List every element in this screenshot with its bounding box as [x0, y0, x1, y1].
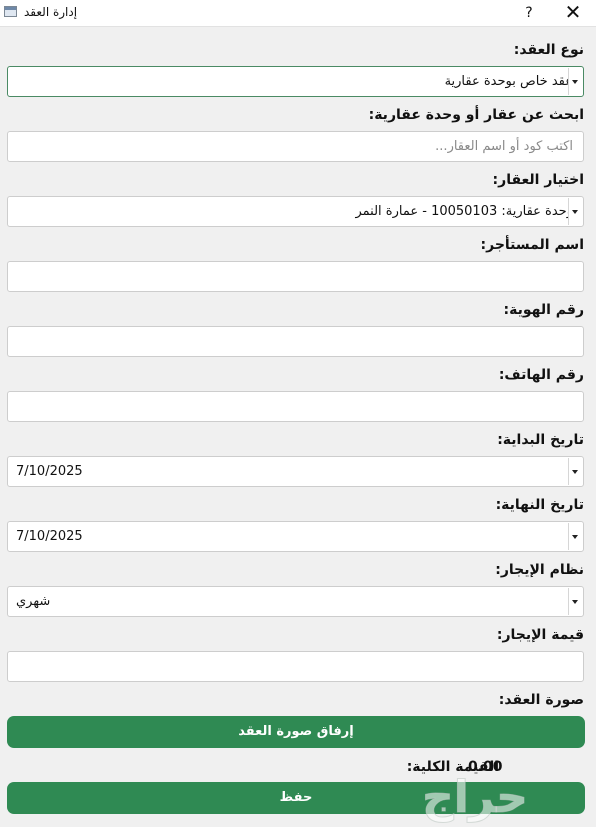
search-input[interactable]: اكتب كود أو اسم العقار...: [7, 131, 584, 162]
start-date-label: تاريخ البداية:: [497, 432, 584, 448]
rent-value-input[interactable]: [7, 651, 584, 682]
window-title: إدارة العقد: [24, 5, 78, 19]
chevron-down-icon[interactable]: [568, 68, 582, 95]
rent-system-select[interactable]: شهري: [7, 586, 584, 617]
contract-type-select[interactable]: عقد خاص بوحدة عقارية: [7, 66, 584, 97]
contract-image-label: صورة العقد:: [498, 692, 584, 708]
contract-type-value: عقد خاص بوحدة عقارية: [444, 74, 573, 89]
title-bar: إدارة العقد ? ✕: [0, 0, 596, 27]
tenant-name-label: اسم المستأجر:: [480, 237, 584, 253]
close-icon[interactable]: ✕: [560, 2, 586, 24]
property-select[interactable]: وحدة عقارية: 10050103 - عمارة النمر: [7, 196, 584, 227]
chevron-down-icon[interactable]: [568, 458, 582, 485]
app-window-icon: [4, 6, 17, 17]
rent-system-value: شهري: [16, 594, 51, 609]
property-value: وحدة عقارية: 10050103 - عمارة النمر: [355, 204, 573, 219]
property-label: اختيار العقار:: [492, 172, 584, 188]
phone-input[interactable]: [7, 391, 584, 422]
chevron-down-icon[interactable]: [568, 588, 582, 615]
end-date-label: تاريخ النهاية:: [495, 497, 584, 513]
id-number-label: رقم الهوية:: [503, 302, 585, 318]
phone-label: رقم الهاتف:: [498, 367, 584, 383]
chevron-down-icon[interactable]: [568, 523, 582, 550]
save-button[interactable]: حفظ: [7, 782, 585, 814]
id-number-input[interactable]: [7, 326, 584, 357]
end-date-picker[interactable]: 7/10/2025: [7, 521, 584, 552]
search-label: ابحث عن عقار أو وحدة عقارية:: [368, 107, 584, 123]
rent-value-label: قيمة الإيجار:: [496, 627, 584, 643]
search-placeholder: اكتب كود أو اسم العقار...: [435, 139, 573, 154]
tenant-name-input[interactable]: [7, 261, 584, 292]
attach-contract-image-button[interactable]: إرفاق صورة العقد: [7, 716, 585, 748]
rent-system-label: نظام الإيجار:: [495, 562, 584, 578]
start-date-value: 7/10/2025: [16, 464, 83, 479]
start-date-picker[interactable]: 7/10/2025: [7, 456, 584, 487]
end-date-value: 7/10/2025: [16, 529, 83, 544]
contract-type-label: نوع العقد:: [513, 42, 584, 58]
help-button[interactable]: ?: [519, 2, 539, 24]
total-value: 0.00: [468, 759, 503, 775]
chevron-down-icon[interactable]: [568, 198, 582, 225]
